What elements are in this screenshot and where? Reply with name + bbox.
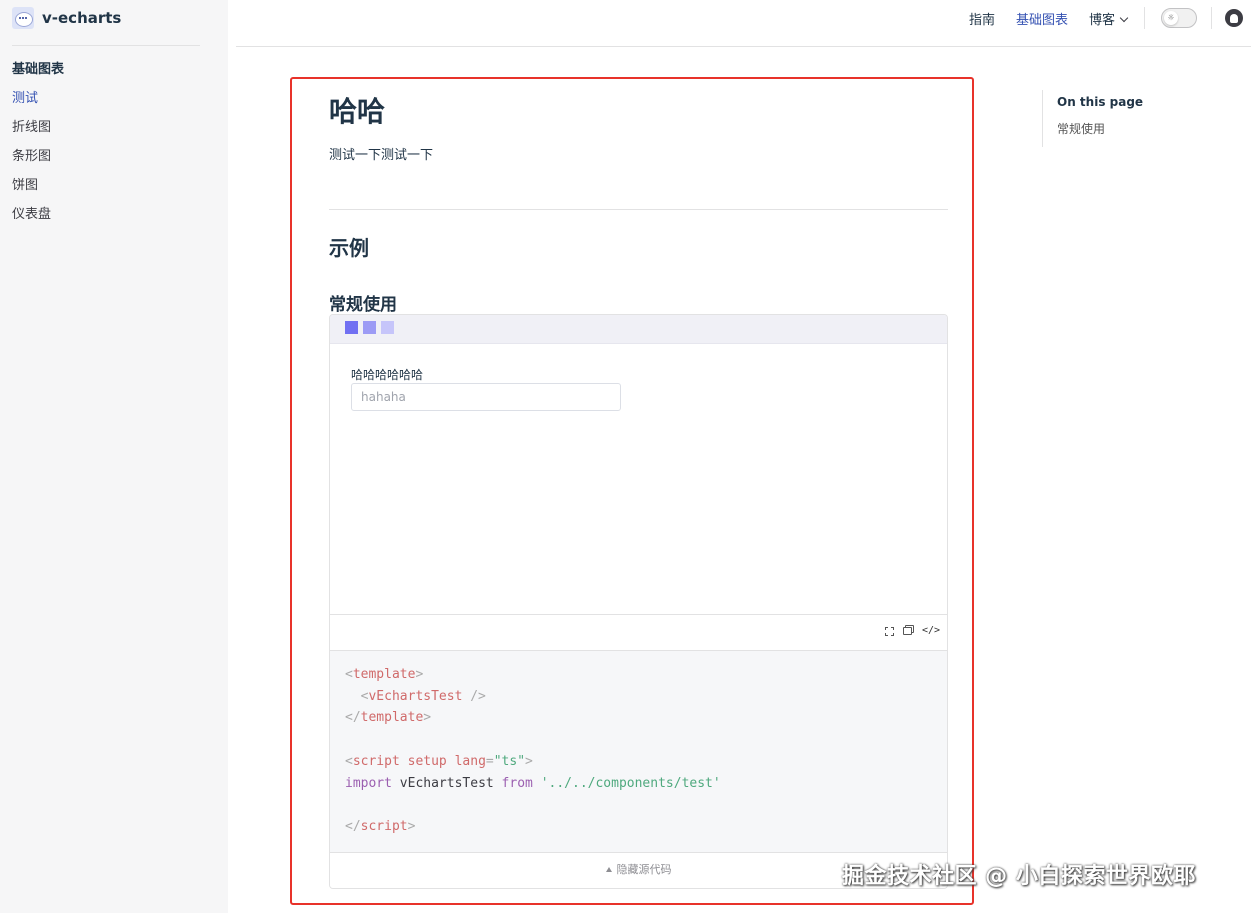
outline-link-usage[interactable]: 常规使用: [1057, 120, 1143, 137]
chevron-down-icon: [1119, 13, 1129, 22]
page-outline: On this page 常规使用: [1042, 90, 1143, 147]
nav-link-charts[interactable]: 基础图表: [1016, 9, 1068, 28]
github-icon[interactable]: [1225, 9, 1243, 27]
nav-link-guide[interactable]: 指南: [969, 9, 995, 28]
sidebar-item-gauge[interactable]: 仪表盘: [12, 205, 64, 225]
sun-icon: ☼: [1164, 11, 1178, 25]
sidebar-divider: [12, 45, 200, 46]
top-navbar: 指南 基础图表 博客 ☼: [236, 0, 1251, 47]
nav-separator-2: [1211, 7, 1212, 29]
sidebar: v-echarts 基础图表 测试 折线图 条形图 饼图 仪表盘: [0, 0, 228, 913]
site-brand[interactable]: v-echarts: [12, 6, 121, 30]
nav-separator: [1144, 7, 1145, 29]
watermark: 掘金技术社区 @ 小白探索世界欧耶: [842, 864, 1196, 889]
sidebar-item-bar[interactable]: 条形图: [12, 147, 64, 167]
site-title[interactable]: v-echarts: [42, 9, 121, 27]
sidebar-item-pie[interactable]: 饼图: [12, 176, 64, 196]
sidebar-item-line[interactable]: 折线图: [12, 118, 64, 138]
logo-icon: [12, 7, 34, 29]
nav-link-blog-label: 博客: [1088, 12, 1115, 28]
outline-title: On this page: [1057, 95, 1144, 109]
nav-link-blog[interactable]: 博客: [1088, 9, 1129, 28]
theme-toggle[interactable]: ☼: [1161, 8, 1197, 28]
sidebar-group: 基础图表 测试 折线图 条形图 饼图 仪表盘: [12, 60, 64, 225]
top-nav-links: 指南 基础图表 博客 ☼: [948, 0, 1251, 36]
sidebar-heading: 基础图表: [12, 62, 65, 77]
sidebar-item-test[interactable]: 测试: [12, 89, 64, 109]
highlight-annotation: [290, 77, 974, 905]
